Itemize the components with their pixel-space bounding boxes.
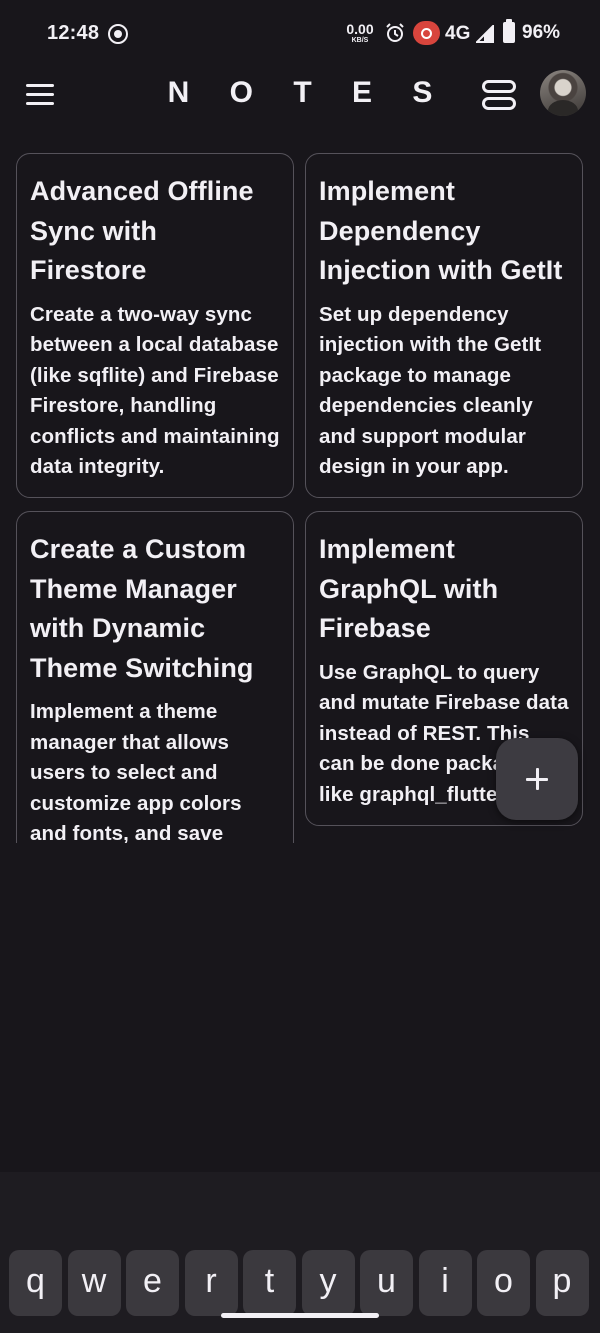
note-card[interactable]: Implement Dependency Injection with GetI…: [305, 153, 583, 499]
key-i[interactable]: i: [418, 1250, 472, 1316]
app-bar: N O T E S: [0, 66, 600, 132]
note-title: Create a Custom Theme Manager with Dynam…: [30, 534, 254, 683]
screen-record-icon: [108, 24, 128, 44]
notes-column-left: Advanced Offline Sync with Firestore Cre…: [16, 153, 294, 843]
avatar[interactable]: [540, 70, 586, 116]
notes-grid: Advanced Offline Sync with Firestore Cre…: [16, 153, 584, 843]
alarm-icon: [385, 23, 405, 48]
network-speed: 0.00 KB/S: [343, 22, 377, 44]
network-type: 4G: [445, 23, 471, 44]
key-u[interactable]: u: [360, 1250, 413, 1316]
note-card[interactable]: Create a Custom Theme Manager with Dynam…: [16, 511, 294, 843]
key-y[interactable]: y: [301, 1250, 355, 1316]
note-body: Set up dependency injection with the Get…: [319, 302, 542, 479]
status-bar: 12:48 0.00 KB/S 4G 96%: [0, 0, 600, 66]
key-r[interactable]: r: [184, 1250, 238, 1316]
status-time: 12:48: [47, 22, 100, 44]
layout-toggle-button[interactable]: [482, 80, 516, 112]
network-speed-unit: KB/S: [351, 37, 369, 44]
key-q[interactable]: q: [9, 1250, 62, 1316]
add-note-button[interactable]: [496, 738, 578, 820]
note-card[interactable]: Advanced Offline Sync with Firestore Cre…: [16, 153, 294, 499]
keyboard: q w e r t y u i o p: [0, 1172, 600, 1333]
plus-icon-stem: [536, 768, 539, 790]
note-body: Create a two-way sync between a local da…: [30, 302, 280, 479]
keyboard-row: q w e r t y u i o p: [9, 1250, 591, 1316]
key-e[interactable]: e: [126, 1250, 179, 1316]
key-w[interactable]: w: [67, 1250, 121, 1316]
notes-column-right: Implement Dependency Injection with GetI…: [305, 153, 583, 839]
battery-icon: [503, 19, 515, 43]
key-o[interactable]: o: [477, 1250, 530, 1316]
battery-percent: 96%: [522, 22, 561, 43]
list-view-icon-bar: [482, 97, 516, 110]
note-title: Implement GraphQL with Firebase: [319, 534, 499, 644]
list-view-icon: [482, 80, 516, 93]
gesture-handle[interactable]: [221, 1313, 379, 1318]
key-t[interactable]: t: [243, 1250, 296, 1316]
note-body: Implement a theme manager that allows us…: [30, 700, 242, 843]
key-p[interactable]: p: [535, 1250, 589, 1316]
signal-icon: [474, 23, 494, 48]
hotspot-icon: [413, 21, 440, 45]
network-speed-value: 0.00: [346, 21, 374, 37]
note-title: Implement Dependency Injection with GetI…: [319, 176, 563, 285]
note-title: Advanced Offline Sync with Firestore: [30, 176, 254, 285]
